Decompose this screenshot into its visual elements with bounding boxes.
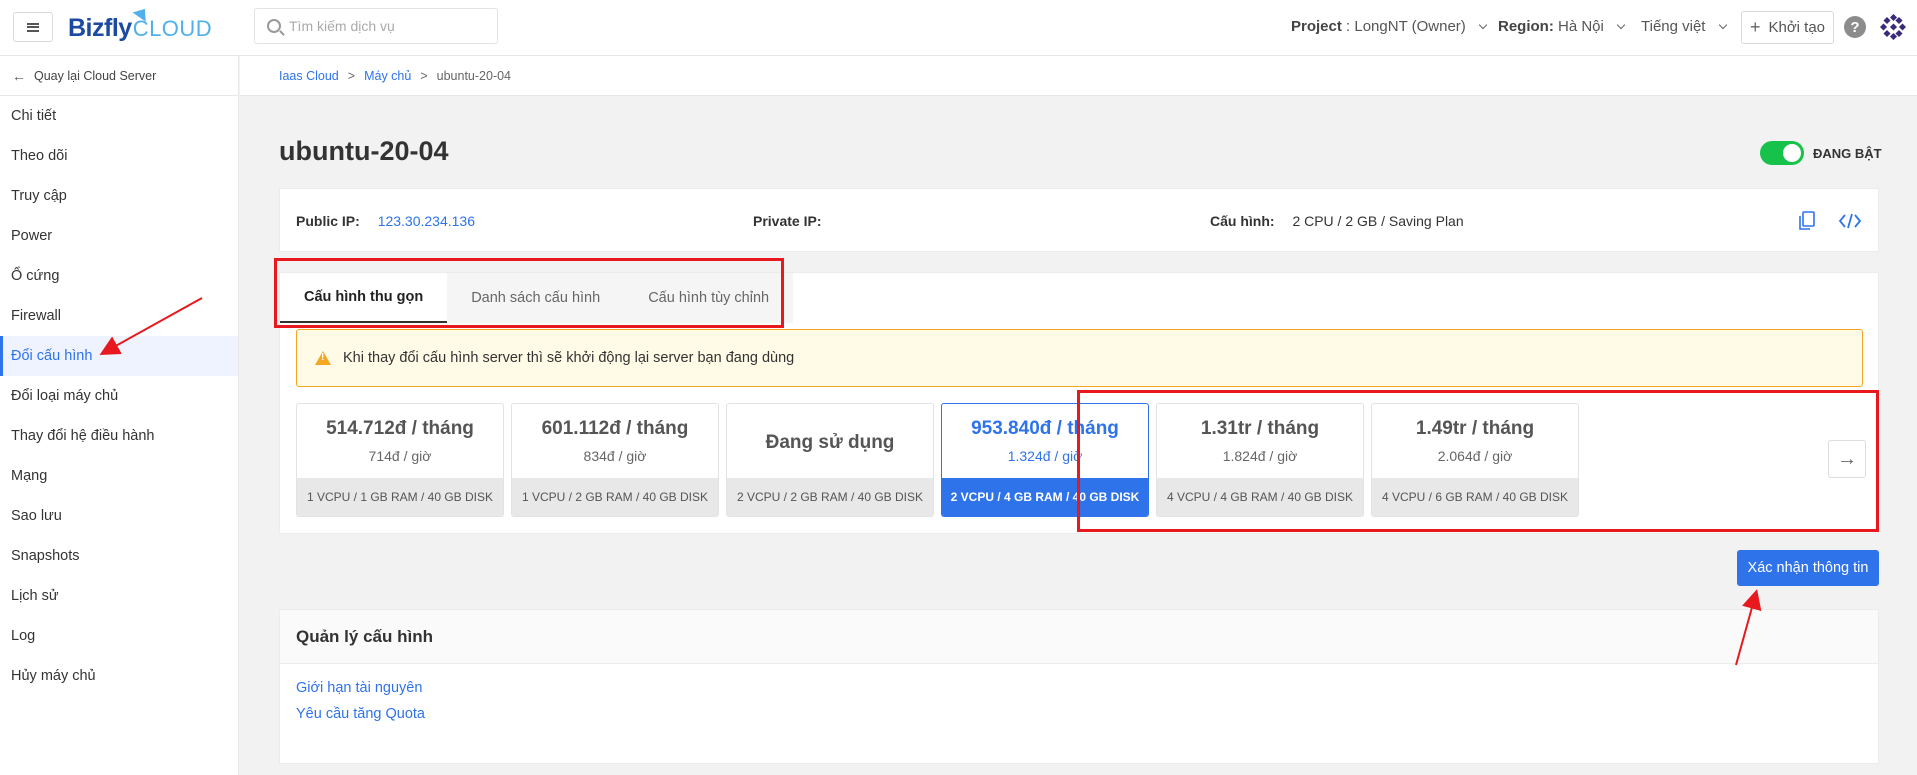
sidebar-item[interactable]: Log — [0, 616, 238, 656]
public-ip-label: Public IP: — [296, 213, 360, 229]
sidebar-item[interactable]: Ổ cứng — [0, 256, 238, 296]
sidebar-item[interactable]: Mạng — [0, 456, 238, 496]
sidebar-item[interactable]: Power — [0, 216, 238, 256]
public-ip-value[interactable]: 123.30.234.136 — [378, 213, 475, 229]
plan-spec: 1 VCPU / 1 GB RAM / 40 GB DISK — [297, 478, 503, 516]
top-bar: Bizfly CLOUD Project : LongNT (Owner) Re… — [0, 0, 1917, 56]
search-icon — [267, 19, 281, 33]
breadcrumb-separator: > — [420, 68, 428, 83]
project-label: Project — [1291, 18, 1342, 35]
chevron-down-icon — [1718, 20, 1727, 30]
create-label: Khởi tạo — [1768, 19, 1826, 36]
config-label: Cấu hình: — [1210, 213, 1275, 229]
plan-card[interactable]: 601.112đ / tháng 834đ / giờ 1 VCPU / 2 GB … — [511, 403, 719, 517]
language-value: Tiếng việt — [1641, 18, 1706, 35]
annotation-box-plans — [1077, 390, 1879, 532]
plan-monthly-price: 514.712đ / tháng — [326, 418, 474, 439]
private-ip-label: Private IP: — [753, 213, 822, 229]
plan-hourly-price: 834đ / giờ — [583, 448, 647, 464]
region-label: Region: — [1498, 18, 1554, 35]
hamburger-menu-button[interactable] — [13, 12, 53, 42]
management-title: Quản lý cấu hình — [280, 610, 1878, 664]
language-selector[interactable]: Tiếng việt — [1641, 18, 1727, 35]
menu-icon — [27, 22, 39, 32]
config-value: 2 CPU / 2 GB / Saving Plan — [1292, 213, 1464, 229]
plan-hourly-price: 714đ / giờ — [368, 448, 432, 464]
plan-spec: 1 VCPU / 2 GB RAM / 40 GB DISK — [512, 478, 718, 516]
breadcrumb: Iaas Cloud > Máy chủ > ubuntu-20-04 — [240, 56, 1917, 96]
copy-icon[interactable] — [1798, 211, 1816, 231]
public-ip: Public IP: 123.30.234.136 — [296, 213, 475, 229]
back-label: Quay lại Cloud Server — [34, 68, 157, 83]
status-label: ĐANG BẬT — [1813, 145, 1882, 161]
server-info-card: Public IP: 123.30.234.136 Private IP: Cấ… — [279, 188, 1879, 252]
create-button[interactable]: + Khởi tạo — [1741, 11, 1834, 44]
confirm-button[interactable]: Xác nhận thông tin — [1737, 550, 1879, 586]
help-icon[interactable]: ? — [1844, 16, 1866, 38]
breadcrumb-current: ubuntu-20-04 — [436, 68, 512, 83]
sidebar: ← Quay lại Cloud Server Chi tiết Theo dõi… — [0, 56, 239, 775]
code-icon[interactable] — [1838, 211, 1862, 231]
sidebar-item[interactable]: Theo dõi — [0, 136, 238, 176]
search-box[interactable] — [254, 8, 498, 44]
private-ip: Private IP: — [753, 213, 835, 229]
search-input[interactable] — [289, 18, 489, 34]
plus-icon: + — [1749, 17, 1761, 37]
sidebar-item[interactable]: Hủy máy chủ — [0, 656, 238, 696]
restart-warning: Khi thay đổi cấu hình server thì sẽ khởi… — [296, 329, 1863, 387]
annotation-box-tabs — [274, 258, 784, 328]
sidebar-item[interactable]: Snapshots — [0, 536, 238, 576]
apps-grid-icon[interactable] — [1880, 14, 1906, 40]
chevron-down-icon — [1616, 20, 1626, 30]
sidebar-item[interactable]: Lịch sử — [0, 576, 238, 616]
sidebar-item[interactable]: Sao lưu — [0, 496, 238, 536]
quota-request-link[interactable]: Yêu cầu tăng Quota — [296, 706, 425, 722]
back-to-cloud-server-link[interactable]: ← Quay lại Cloud Server — [0, 56, 238, 96]
warning-icon — [315, 351, 331, 365]
config-info: Cấu hình: 2 CPU / 2 GB / Saving Plan — [1210, 213, 1464, 229]
bizfly-logo[interactable]: Bizfly CLOUD — [68, 4, 212, 44]
sidebar-item[interactable]: Chi tiết — [0, 96, 238, 136]
breadcrumb-iaas-cloud[interactable]: Iaas Cloud — [279, 69, 339, 83]
breadcrumb-separator: > — [347, 68, 356, 83]
region-selector[interactable]: Region: Hà Nội — [1498, 18, 1626, 35]
page-title: ubuntu-20-04 — [279, 136, 449, 166]
sidebar-menu: Chi tiết Theo dõi Truy cập Power Ổ cứng Firew… — [0, 96, 238, 696]
plan-card[interactable]: Đang sử dụng 2 VCPU / 2 GB RAM / 40 GB DI… — [726, 403, 934, 517]
plan-spec: 2 VCPU / 2 GB RAM / 40 GB DISK — [727, 478, 933, 516]
sidebar-item[interactable]: Firewall — [0, 296, 238, 336]
sidebar-item[interactable]: Truy cập — [0, 176, 238, 216]
resource-limit-link[interactable]: Giới hạn tài nguyên — [296, 680, 422, 696]
config-management-card: Quản lý cấu hình Giới hạn tài nguyên Yêu… — [279, 609, 1879, 764]
plan-in-use-label: Đang sử dụng — [765, 432, 895, 453]
warning-text: Khi thay đổi cấu hình server thì sẽ khởi… — [343, 350, 795, 366]
project-selector[interactable]: Project : LongNT (Owner) — [1291, 18, 1488, 35]
power-status: ĐANG BẬT — [1760, 141, 1882, 165]
plan-card[interactable]: 514.712đ / tháng 714đ / giờ 1 VCPU / 1 GB … — [296, 403, 504, 517]
chevron-down-icon — [1478, 20, 1488, 30]
logo-main-text: Bizfly — [68, 14, 132, 42]
region-value: Hà Nội — [1558, 18, 1604, 35]
breadcrumb-servers[interactable]: Máy chủ — [364, 69, 411, 83]
sidebar-item[interactable]: Đổi cấu hình — [0, 336, 238, 376]
sidebar-item[interactable]: Thay đổi hệ điều hành — [0, 416, 238, 456]
power-toggle[interactable] — [1760, 141, 1804, 165]
plan-monthly-price: 601.112đ / tháng — [541, 418, 689, 439]
arrow-left-icon: ← — [12, 67, 26, 84]
project-value: : LongNT (Owner) — [1346, 18, 1466, 35]
sidebar-item[interactable]: Đổi loại máy chủ — [0, 376, 238, 416]
